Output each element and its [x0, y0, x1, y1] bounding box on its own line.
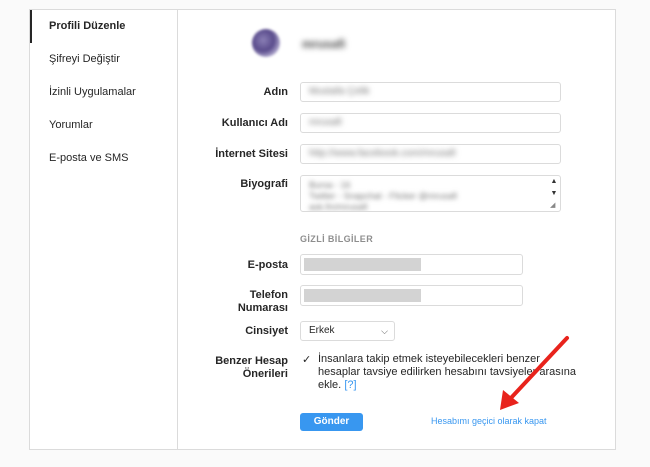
arrow-shaft	[508, 336, 569, 401]
annotation-arrow-icon	[500, 336, 569, 410]
